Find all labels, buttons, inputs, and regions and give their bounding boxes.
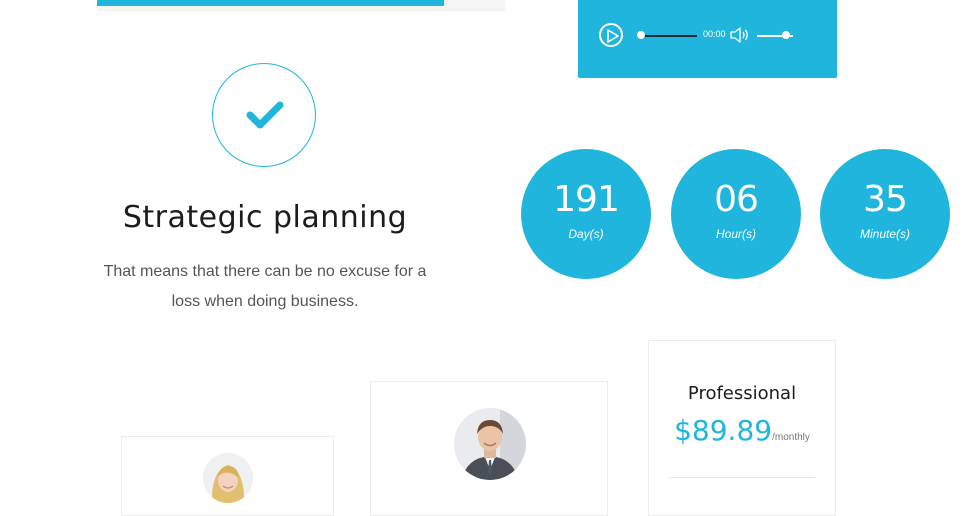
audio-player: 00:00 [578,0,837,78]
volume-handle[interactable] [782,31,790,39]
pricing-price-row: $89.89/monthly [649,414,835,447]
audio-seek-handle[interactable] [637,31,645,39]
man-avatar [454,408,526,480]
team-card [121,436,334,516]
team-card [370,381,608,516]
feature-title: Strategic planning [122,200,408,235]
feature-icon-circle [212,63,316,167]
pricing-divider [669,477,815,478]
countdown-unit: Day(s) [568,227,604,241]
countdown-days: 191 Day(s) [521,149,651,279]
countdown-unit: Hour(s) [715,227,756,241]
pricing-price: $89.89 [674,414,773,447]
countdown-value: 191 [553,179,620,220]
pricing-period: /monthly [772,432,810,443]
countdown-value: 06 [714,179,759,220]
feature-description-line: That means that there can be no excuse f… [103,263,427,280]
volume-icon[interactable] [730,27,750,43]
progress-bar [97,0,505,11]
feature-description-line: loss when doing business. [171,293,359,310]
audio-time: 00:00 [703,29,726,39]
countdown-hours: 06 Hour(s) [671,149,801,279]
feature-description: That means that there can be no excuse f… [92,257,438,317]
check-icon [246,101,284,129]
progress-bar-fill [97,0,444,6]
countdown-value: 35 [863,179,908,220]
countdown-unit: Minute(s) [859,227,910,241]
woman-avatar [203,453,253,503]
pricing-card: Professional $89.89/monthly [648,340,836,516]
play-button[interactable] [599,23,623,47]
pricing-plan-name: Professional [687,383,797,404]
countdown-minutes: 35 Minute(s) [820,149,950,279]
play-icon [607,29,619,43]
audio-seek-track[interactable] [641,35,697,37]
